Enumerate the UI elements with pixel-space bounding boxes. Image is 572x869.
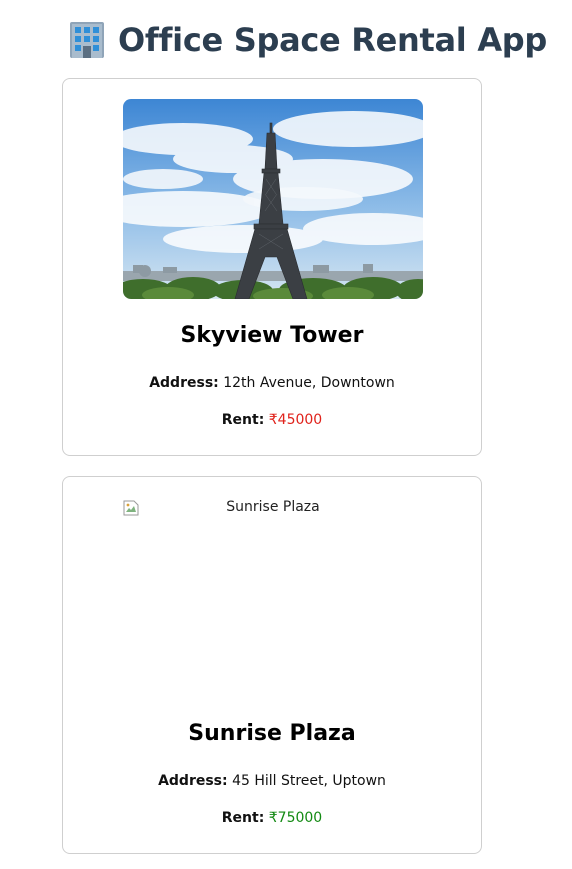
office-rent: Rent: ₹45000 <box>63 412 481 428</box>
office-photo <box>123 99 423 299</box>
rent-label: Rent: <box>221 412 265 428</box>
office-address: Address: 12th Avenue, Downtown <box>63 375 481 391</box>
office-photo-broken: Sunrise Plaza <box>123 499 423 699</box>
page-title-text: Office Space Rental App <box>118 21 547 59</box>
rent-value: ₹75000 <box>268 810 323 826</box>
office-address: Address: 45 Hill Street, Uptown <box>63 773 481 789</box>
address-label: Address: <box>149 375 219 391</box>
rent-value: ₹45000 <box>268 412 323 428</box>
office-rent: Rent: ₹75000 <box>63 810 481 826</box>
office-card: Sunrise Plaza Sunrise Plaza Address: 45 … <box>62 476 482 854</box>
page-title: Office Space Rental App <box>68 16 547 64</box>
office-name: Sunrise Plaza <box>188 721 356 746</box>
rent-label: Rent: <box>221 810 265 826</box>
office-building-icon <box>68 20 106 60</box>
address-value: 45 Hill Street, Uptown <box>232 773 386 789</box>
eiffel-tower-image <box>123 99 423 299</box>
office-card: Skyview Tower Address: 12th Avenue, Down… <box>62 78 482 456</box>
office-name: Skyview Tower <box>180 323 364 348</box>
image-alt-text: Sunrise Plaza <box>226 499 320 515</box>
app-root: Office Space Rental App Skyview Tower Ad… <box>0 0 572 869</box>
address-value: 12th Avenue, Downtown <box>223 375 395 391</box>
address-label: Address: <box>158 773 228 789</box>
